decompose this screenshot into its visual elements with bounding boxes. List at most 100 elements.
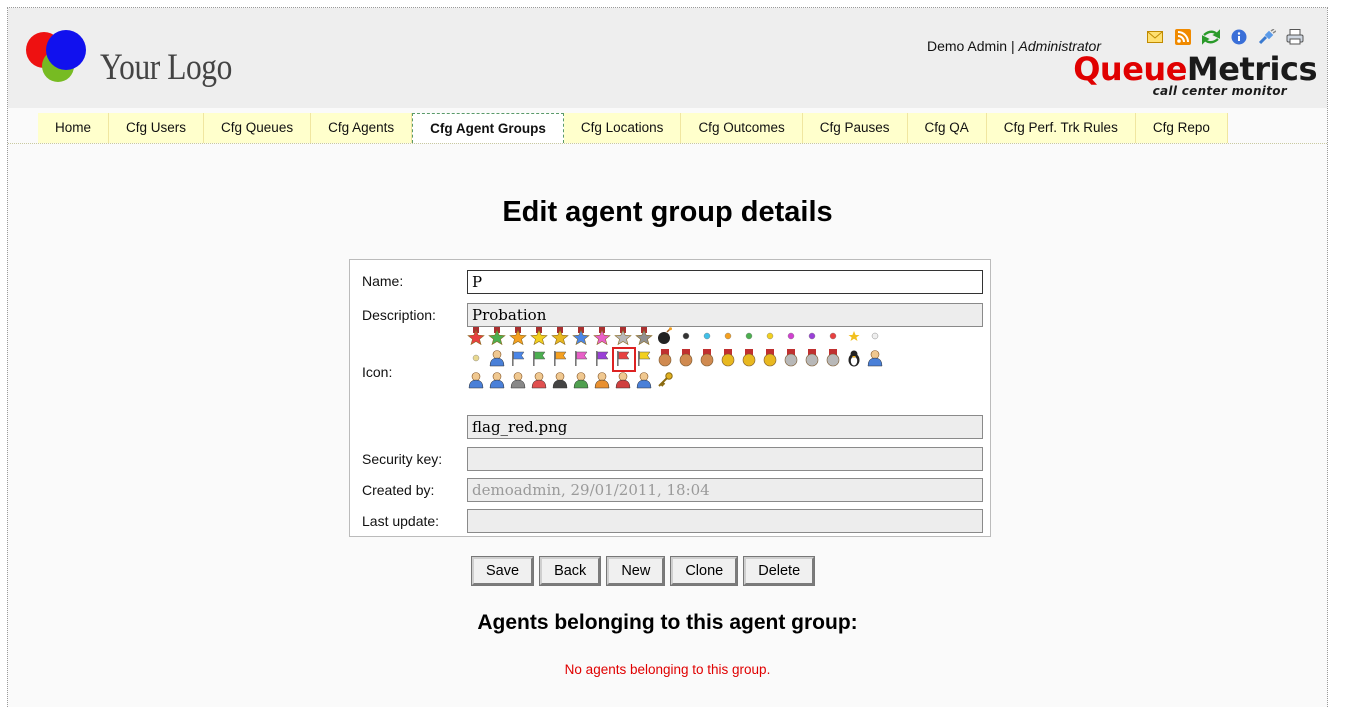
created-by-label: Created by: — [362, 482, 435, 498]
icon-label: Icon: — [362, 364, 393, 380]
medal-silver-icon[interactable] — [780, 347, 801, 369]
dot-green-icon[interactable] — [738, 325, 759, 347]
description-label: Description: — [362, 307, 436, 323]
star-gold-icon[interactable] — [549, 325, 570, 347]
dot-black-icon[interactable] — [675, 325, 696, 347]
user-blue-icon[interactable] — [486, 347, 507, 369]
star-orange-icon[interactable] — [507, 325, 528, 347]
user-group-icon[interactable] — [465, 369, 486, 391]
dot-red-icon[interactable] — [822, 325, 843, 347]
star-small-icon[interactable] — [843, 325, 864, 347]
page-title: Edit agent group details — [502, 196, 833, 228]
bomb-icon[interactable] — [654, 325, 675, 347]
tab-cfg-pauses[interactable]: Cfg Pauses — [802, 113, 908, 143]
medal-bronze-icon[interactable] — [654, 347, 675, 369]
dot-white-icon[interactable] — [864, 325, 885, 347]
medal-gold-2-icon[interactable] — [738, 347, 759, 369]
clone-button[interactable]: Clone — [670, 556, 739, 586]
user-orange-icon[interactable] — [591, 369, 612, 391]
star-grey-icon[interactable] — [633, 325, 654, 347]
name-label: Name: — [362, 273, 404, 289]
refresh-icon[interactable] — [1200, 26, 1222, 48]
flag-purple-icon[interactable] — [591, 347, 612, 369]
tabs-divider — [8, 143, 1327, 144]
medal-bronze-2-icon[interactable] — [675, 347, 696, 369]
user-gray-icon[interactable] — [507, 369, 528, 391]
flag-yellow-icon[interactable] — [633, 347, 654, 369]
main-tabs: Home Cfg Users Cfg Queues Cfg Agents Cfg… — [38, 113, 1228, 143]
dot-magenta-icon[interactable] — [780, 325, 801, 347]
back-button[interactable]: Back — [539, 556, 602, 586]
star-red-icon[interactable] — [465, 325, 486, 347]
star-yellow-icon[interactable] — [528, 325, 549, 347]
medal-gold-icon[interactable] — [717, 347, 738, 369]
rss-icon[interactable] — [1172, 26, 1194, 48]
user-green-icon[interactable] — [570, 369, 591, 391]
medal-gold-3-icon[interactable] — [759, 347, 780, 369]
flag-blue-icon[interactable] — [507, 347, 528, 369]
security-key-label: Security key: — [362, 451, 443, 467]
star-pink-icon[interactable] — [591, 325, 612, 347]
flag-orange-icon[interactable] — [549, 347, 570, 369]
key-icon[interactable] — [654, 369, 675, 391]
name-field[interactable]: P — [467, 270, 983, 294]
dot-cyan-icon[interactable] — [696, 325, 717, 347]
star-blue-icon[interactable] — [570, 325, 591, 347]
tab-cfg-users[interactable]: Cfg Users — [109, 113, 205, 143]
brand-tagline: call center monitor — [1152, 84, 1287, 98]
icon-picker-row — [465, 369, 985, 391]
print-icon[interactable] — [1284, 26, 1306, 48]
tab-cfg-locations[interactable]: Cfg Locations — [563, 113, 682, 143]
user-icon[interactable] — [864, 347, 885, 369]
flag-green-icon[interactable] — [528, 347, 549, 369]
tab-cfg-reports[interactable]: Cfg Repo — [1135, 113, 1228, 143]
save-button[interactable]: Save — [470, 556, 535, 586]
toolbar — [1138, 26, 1306, 48]
user-blue-2-icon[interactable] — [633, 369, 654, 391]
icon-filename-field[interactable]: flag_red.png — [467, 415, 983, 439]
tab-cfg-agent-groups[interactable]: Cfg Agent Groups — [412, 113, 564, 143]
tab-cfg-qa[interactable]: Cfg QA — [907, 113, 987, 143]
star-green-icon[interactable] — [486, 325, 507, 347]
icon-picker — [465, 325, 985, 391]
user-name: Demo Admin — [926, 38, 1008, 54]
tab-cfg-agents[interactable]: Cfg Agents — [311, 113, 413, 143]
star-silver-icon[interactable] — [612, 325, 633, 347]
empty-message: No agents belonging to this group. — [564, 662, 771, 677]
header: Your Logo Demo Admin | Administrator Que… — [8, 8, 1327, 108]
dot-purple-icon[interactable] — [801, 325, 822, 347]
brand-logo: QueueMetrics — [1073, 50, 1317, 88]
tab-cfg-queues[interactable]: Cfg Queues — [204, 113, 312, 143]
tab-cfg-perf-trk-rules[interactable]: Cfg Perf. Trk Rules — [986, 113, 1136, 143]
tab-cfg-outcomes[interactable]: Cfg Outcomes — [681, 113, 803, 143]
delete-button[interactable]: Delete — [743, 556, 816, 586]
logo-text: Your Logo — [100, 47, 232, 88]
dot-orange-icon[interactable] — [717, 325, 738, 347]
agents-section-title: Agents belonging to this agent group: — [477, 611, 858, 634]
last-update-label: Last update: — [362, 513, 440, 529]
icon-picker-row — [465, 325, 985, 347]
description-field[interactable]: Probation — [467, 303, 983, 327]
agent-group-form: Name: P Description: Probation Icon: fla… — [349, 259, 991, 537]
dot-beige-icon[interactable] — [465, 347, 486, 369]
email-icon[interactable] — [1144, 26, 1166, 48]
dot-yellow-icon[interactable] — [759, 325, 780, 347]
medal-bronze-3-icon[interactable] — [696, 347, 717, 369]
flag-red-icon[interactable] — [612, 347, 636, 372]
plug-icon[interactable] — [1256, 26, 1278, 48]
user-female-icon[interactable] — [528, 369, 549, 391]
user-separator: | — [1007, 38, 1019, 54]
new-button[interactable]: New — [606, 556, 666, 586]
last-update-field — [467, 509, 983, 533]
info-icon[interactable] — [1228, 26, 1250, 48]
user-red-icon[interactable] — [612, 369, 633, 391]
icon-picker-row — [465, 347, 985, 372]
medal-silver-2-icon[interactable] — [801, 347, 822, 369]
flag-pink-icon[interactable] — [570, 347, 591, 369]
tux-icon[interactable] — [843, 347, 864, 369]
user-suit-icon[interactable] — [549, 369, 570, 391]
user-comment-icon[interactable] — [486, 369, 507, 391]
security-key-field[interactable] — [467, 447, 983, 471]
medal-silver-3-icon[interactable] — [822, 347, 843, 369]
tab-home[interactable]: Home — [38, 113, 110, 143]
